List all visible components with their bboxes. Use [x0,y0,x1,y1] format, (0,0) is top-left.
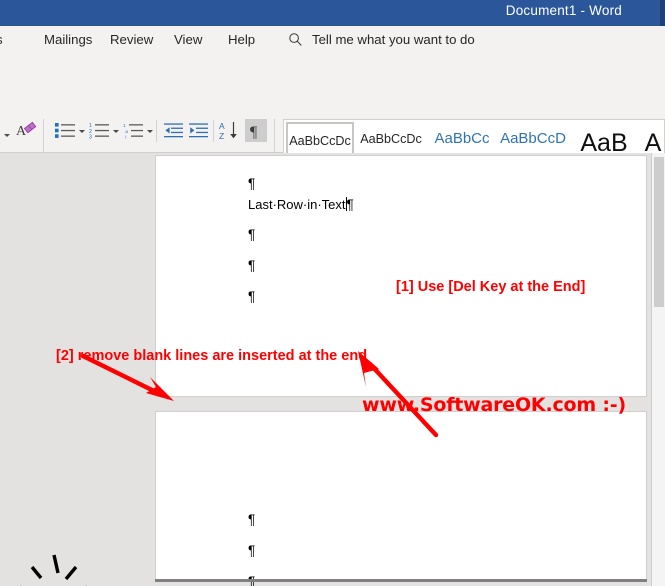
paragraph-mark: ¶ [248,512,255,527]
pilcrow-glyph: ¶ [248,543,256,558]
font-size-caret-icon[interactable] [4,134,10,137]
document-page-2[interactable]: ¶ ¶ ¶ [155,411,647,586]
multilevel-list-icon[interactable]: 1 a i [122,121,144,139]
paragraph-mark: ¶ [248,258,255,273]
last-row-text: Last·Row·in·Text [248,197,346,212]
search-icon [288,32,303,47]
svg-text:Z: Z [219,131,224,141]
vertical-scrollbar[interactable] [651,153,665,586]
numbering-caret-icon[interactable] [113,130,119,133]
ribbon: A A [0,58,665,209]
sort-icon[interactable]: A Z [218,119,240,141]
pilcrow-glyph: ¶ [248,258,256,273]
svg-text:A: A [16,124,27,139]
celebration-figures-graphic [0,553,112,586]
decrease-indent-icon[interactable] [163,121,183,139]
pilcrow-glyph: ¶ [346,197,354,212]
show-formatting-marks-icon[interactable]: ¶ [245,119,267,142]
tell-me-label: Tell me what you want to do [312,32,475,47]
pilcrow-glyph: ¶ [248,227,256,242]
svg-text:a: a [125,128,128,133]
softwareok-watermark: www.SoftwareOK.com :-) [362,394,626,416]
ribbon-separator-3 [213,120,214,142]
tell-me-box[interactable]: Tell me what you want to do [288,32,475,47]
annotation-note-1: [1] Use [Del Key at the End] [396,279,586,295]
pilcrow-glyph: ¶ [248,289,256,304]
bullets-icon[interactable] [54,121,76,139]
tab-review[interactable]: Review [110,32,153,47]
ribbon-separator-2 [156,120,157,142]
vertical-scrollbar-thumb[interactable] [654,157,664,307]
ribbon-tab-strip: s Mailings Review View Help Tell me what… [0,26,665,58]
tab-mailings-prev[interactable]: s [0,32,3,47]
window-title: Document1 - Word [505,3,622,18]
document-text-line[interactable]: Last·Row·in·Text¶ [248,197,354,212]
tab-mailings[interactable]: Mailings [44,32,92,47]
svg-text:i: i [125,134,126,139]
svg-text:¶: ¶ [250,124,258,140]
paragraph-mark: ¶ [248,227,255,242]
svg-text:1: 1 [123,123,126,128]
style-normal-preview: AaBbCcDc [289,134,351,148]
numbering-icon[interactable]: 1 2 3 [88,121,110,139]
increase-indent-icon[interactable] [188,121,208,139]
svg-text:3: 3 [89,134,92,138]
bullets-caret-icon[interactable] [79,130,85,133]
clear-formatting-icon[interactable]: A [14,120,36,142]
svg-text:A: A [219,121,225,131]
document-workspace[interactable]: ¶ Last·Row·in·Text¶ ¶ ¶ ¶ ¶ ¶ [0,153,665,586]
paragraph-mark: ¶ [248,289,255,304]
tab-help[interactable]: Help [228,32,255,47]
page-bottom-edge [155,579,647,582]
style-heading-2-preview: AaBbCcD [500,130,566,147]
paragraph-mark: ¶ [248,176,255,191]
paragraph-mark: ¶ [248,543,255,558]
pilcrow-glyph: ¶ [248,176,256,191]
multilevel-list-caret-icon[interactable] [147,130,153,133]
title-bar-right-edge [660,0,665,26]
style-heading-1-preview: AaBbCс [434,130,490,147]
pilcrow-glyph: ¶ [248,512,256,527]
word-window: Document1 - Word s Mailings Review View … [0,0,665,586]
annotation-note-2: [2] remove blank lines are inserted at t… [56,348,368,364]
title-bar: Document1 - Word [0,0,665,26]
tab-view[interactable]: View [174,32,202,47]
style-no-spacing-preview: AaBbCcDc [360,132,422,146]
